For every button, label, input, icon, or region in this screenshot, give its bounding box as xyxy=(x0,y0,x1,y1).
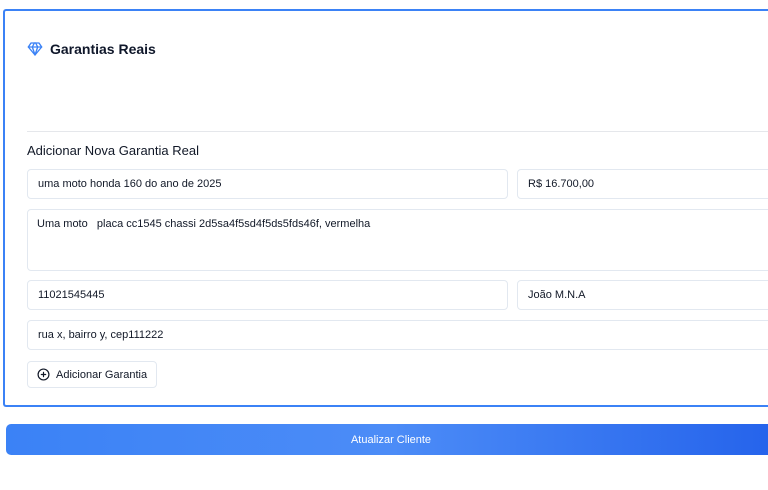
guarantee-details-textarea[interactable]: Uma moto placa cc1545 chassi 2d5sa4f5sd4… xyxy=(27,209,768,271)
gem-icon xyxy=(27,41,43,57)
section-title: Adicionar Nova Garantia Real xyxy=(27,143,199,158)
card-title: Garantias Reais xyxy=(50,41,156,57)
owner-name-input[interactable] xyxy=(517,280,768,310)
update-client-button[interactable]: Atualizar Cliente xyxy=(6,424,768,455)
card-header: Garantias Reais xyxy=(27,41,156,57)
address-input[interactable] xyxy=(27,320,768,350)
guarantee-description-input[interactable] xyxy=(27,169,508,199)
guarantee-value-input[interactable] xyxy=(517,169,768,199)
registry-number-input[interactable] xyxy=(27,280,508,310)
divider xyxy=(27,131,768,132)
plus-circle-icon xyxy=(37,368,50,381)
add-guarantee-label: Adicionar Garantia xyxy=(56,368,148,381)
add-guarantee-button[interactable]: Adicionar Garantia xyxy=(27,361,158,388)
guarantees-card: Garantias Reais Adicionar Nova Garantia … xyxy=(3,9,768,407)
